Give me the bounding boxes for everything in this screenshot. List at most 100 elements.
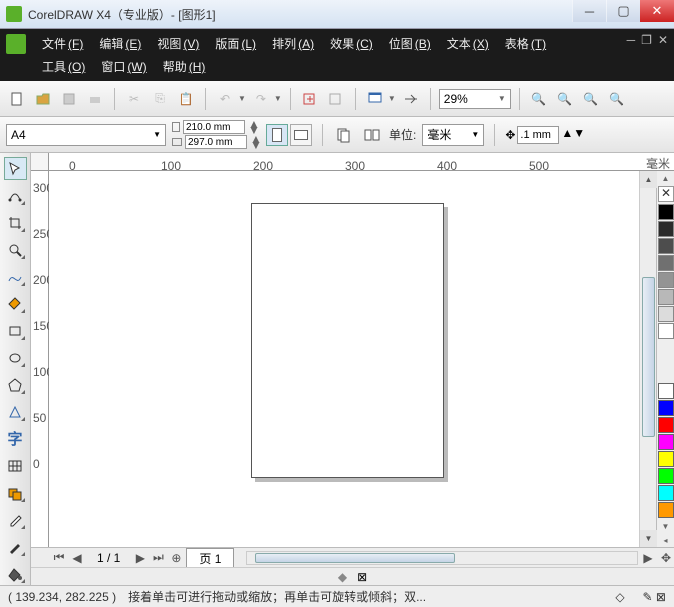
add-page[interactable]: ⊕: [168, 551, 184, 565]
hscroll-right[interactable]: ▶: [640, 551, 656, 565]
page-width-input[interactable]: [183, 120, 245, 134]
zoom-out-icon[interactable]: 🔍: [554, 88, 576, 110]
swatch-none[interactable]: [658, 186, 674, 202]
menu-tools[interactable]: 工具(O): [34, 55, 93, 78]
menu-help[interactable]: 帮助(H): [155, 55, 214, 78]
menu-table[interactable]: 表格(T): [497, 32, 554, 55]
mdi-restore[interactable]: ❐: [641, 33, 652, 47]
page-height-input[interactable]: [185, 135, 247, 149]
freehand-tool[interactable]: [4, 265, 27, 288]
mdi-minimize[interactable]: ─: [627, 33, 636, 47]
menu-text[interactable]: 文本(X): [439, 32, 497, 55]
print-button[interactable]: [84, 88, 106, 110]
cut-button[interactable]: ✂: [123, 88, 145, 110]
pick-tool[interactable]: [4, 157, 27, 180]
save-button[interactable]: [58, 88, 80, 110]
swatch[interactable]: [658, 502, 674, 518]
menu-layout[interactable]: 版面(L): [207, 32, 264, 55]
titlebar[interactable]: CorelDRAW X4（专业版）- [图形1] ─ ▢ ✕: [0, 0, 674, 29]
mdi-close[interactable]: ✕: [658, 33, 668, 47]
fill-swatch-icon[interactable]: ◇: [615, 590, 624, 604]
facing-pages-button[interactable]: [361, 124, 383, 146]
swatch[interactable]: [658, 400, 674, 416]
swatch[interactable]: [658, 434, 674, 450]
zoom-combo[interactable]: 29%▼: [439, 89, 511, 109]
drawing-canvas[interactable]: [49, 171, 639, 547]
copy-button[interactable]: ⎘: [149, 88, 171, 110]
crop-tool[interactable]: [4, 211, 27, 234]
swatch[interactable]: [658, 383, 674, 399]
swatch[interactable]: [658, 204, 674, 220]
nudge-input[interactable]: [517, 126, 559, 144]
menu-arrange[interactable]: 排列(A): [264, 32, 322, 55]
fill-tool[interactable]: [4, 562, 27, 585]
landscape-button[interactable]: [290, 124, 312, 146]
ruler-corner[interactable]: [31, 153, 49, 171]
swatch[interactable]: [658, 306, 674, 322]
minimize-button[interactable]: ─: [572, 0, 606, 22]
zoom-all-icon[interactable]: 🔍: [606, 88, 628, 110]
swatch[interactable]: [658, 323, 674, 339]
palette-up[interactable]: ▲: [657, 171, 674, 185]
zoom-page-icon[interactable]: 🔍: [580, 88, 602, 110]
maximize-button[interactable]: ▢: [606, 0, 640, 22]
text-tool[interactable]: 字: [4, 427, 27, 450]
swatch[interactable]: [658, 289, 674, 305]
palette-down[interactable]: ▼: [657, 519, 674, 533]
menu-effects[interactable]: 效果(C): [322, 32, 381, 55]
outline-indicator-icon[interactable]: ⊠: [357, 570, 367, 584]
palette-fly[interactable]: ◂: [657, 533, 674, 547]
rectangle-tool[interactable]: [4, 319, 27, 342]
swatch[interactable]: [658, 272, 674, 288]
swatch[interactable]: [658, 451, 674, 467]
menu-bitmaps[interactable]: 位图(B): [381, 32, 439, 55]
vertical-scrollbar[interactable]: ▲ ▼: [639, 171, 656, 547]
unit-combo[interactable]: 毫米▼: [422, 124, 484, 146]
swatch[interactable]: [658, 485, 674, 501]
zoom-tool[interactable]: [4, 238, 27, 261]
menu-view[interactable]: 视图(V): [149, 32, 207, 55]
import-button[interactable]: [299, 88, 321, 110]
app-launcher[interactable]: [364, 88, 386, 110]
portrait-button[interactable]: [266, 124, 288, 146]
swatch[interactable]: [658, 238, 674, 254]
zoom-in-icon[interactable]: 🔍: [528, 88, 550, 110]
polygon-tool[interactable]: [4, 373, 27, 396]
smart-fill-tool[interactable]: [4, 292, 27, 315]
swatch[interactable]: [658, 255, 674, 271]
redo-button[interactable]: ↷: [250, 88, 272, 110]
ruler-vertical[interactable]: 300 250 200 150 100 50 0: [31, 171, 49, 547]
ruler-horizontal[interactable]: 0 100 200 300 400 500 毫米: [49, 153, 674, 171]
horizontal-scrollbar[interactable]: [246, 551, 638, 565]
pages-button[interactable]: [333, 124, 355, 146]
eyedropper-tool[interactable]: [4, 508, 27, 531]
prev-page[interactable]: ◀: [69, 551, 85, 565]
basic-shapes-tool[interactable]: [4, 400, 27, 423]
swatch[interactable]: [658, 417, 674, 433]
swatch[interactable]: [658, 221, 674, 237]
export-button[interactable]: [325, 88, 347, 110]
paste-button[interactable]: 📋: [175, 88, 197, 110]
outline-swatch-icon[interactable]: ✎ ⊠: [643, 590, 666, 604]
ellipse-tool[interactable]: [4, 346, 27, 369]
fill-indicator-icon[interactable]: ◆: [338, 570, 347, 584]
page-tab-1[interactable]: 页 1: [186, 548, 234, 568]
undo-button[interactable]: ↶: [214, 88, 236, 110]
last-page[interactable]: ⏭: [150, 550, 166, 565]
swatch[interactable]: [658, 468, 674, 484]
vscroll-thumb[interactable]: [642, 277, 655, 437]
menu-file[interactable]: 文件(F): [34, 32, 91, 55]
close-button[interactable]: ✕: [640, 0, 674, 22]
next-page[interactable]: ▶: [132, 551, 148, 565]
table-tool[interactable]: [4, 454, 27, 477]
nav-pan[interactable]: ✥: [658, 551, 674, 565]
outline-tool[interactable]: [4, 535, 27, 558]
new-button[interactable]: [6, 88, 28, 110]
first-page[interactable]: ⏮: [51, 550, 67, 565]
menu-window[interactable]: 窗口(W): [93, 55, 154, 78]
shape-tool[interactable]: [4, 184, 27, 207]
interactive-tool[interactable]: [4, 481, 27, 504]
paper-size-combo[interactable]: A4▼: [6, 124, 166, 146]
menu-edit[interactable]: 编辑(E): [91, 32, 149, 55]
page[interactable]: [251, 203, 444, 478]
